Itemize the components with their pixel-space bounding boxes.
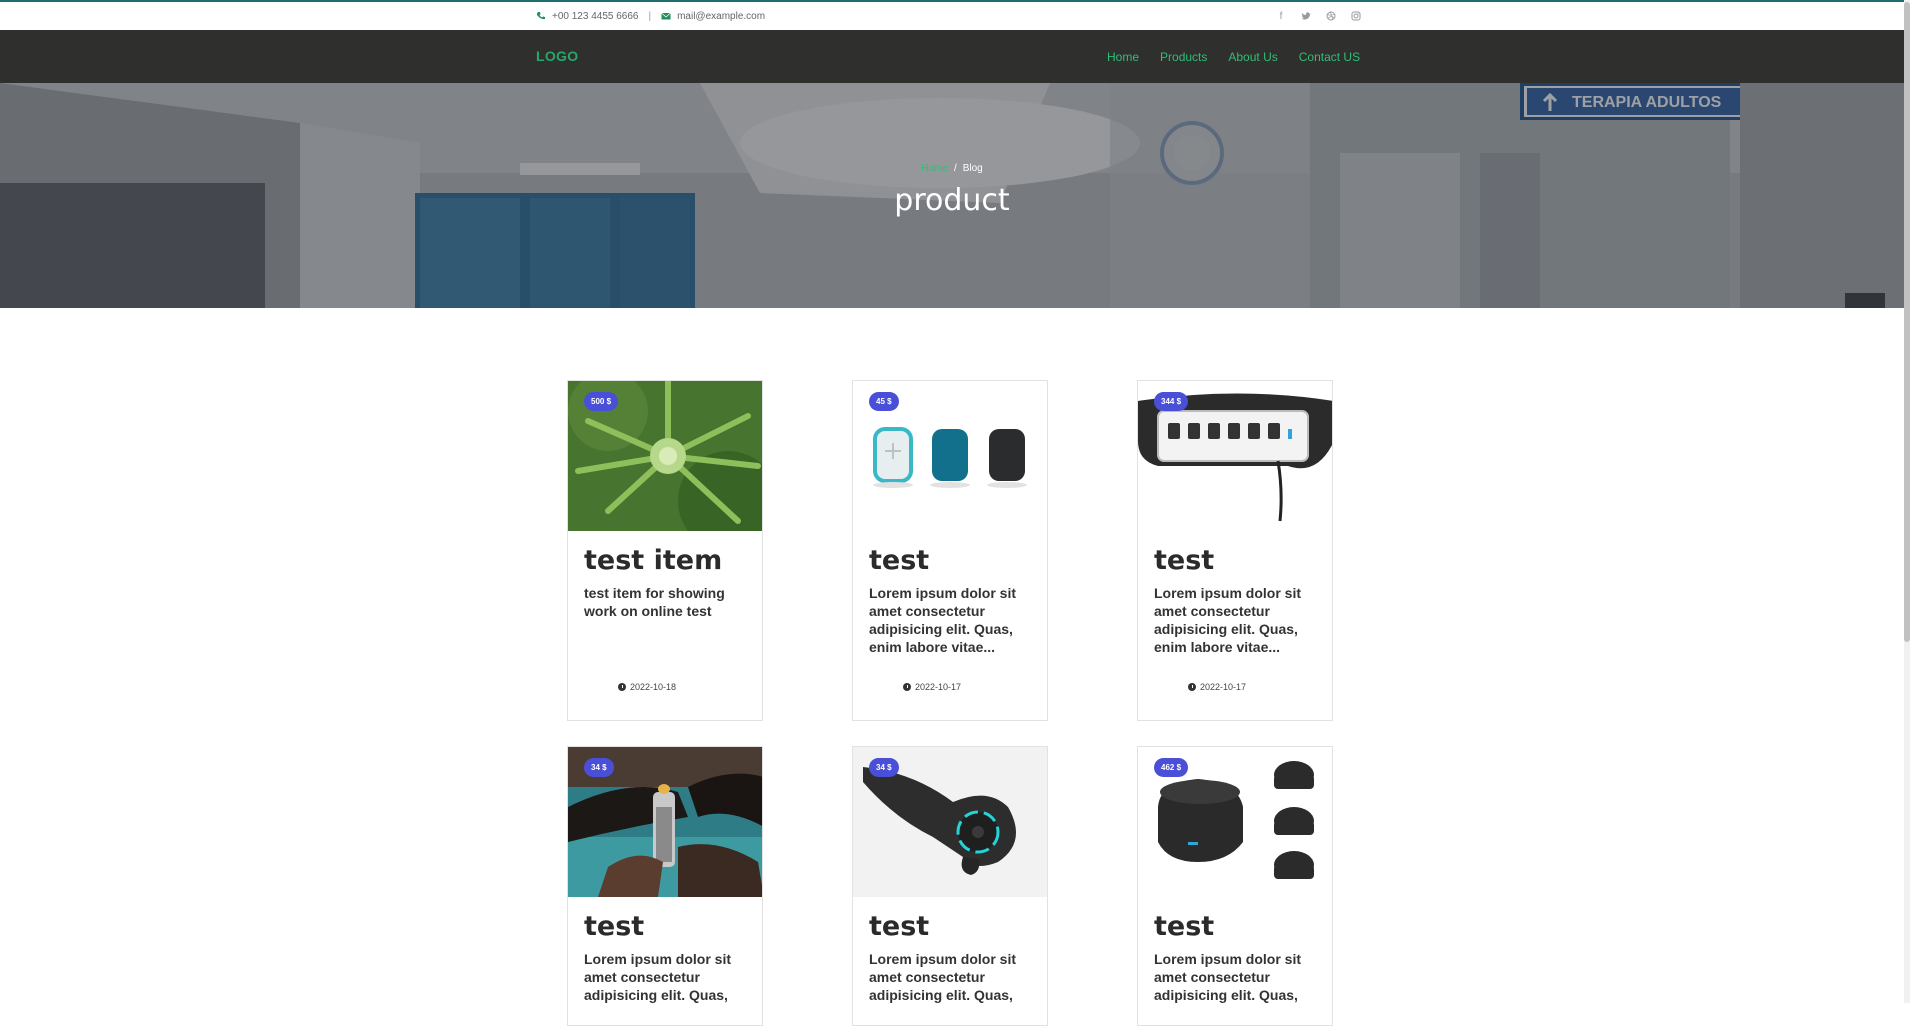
price-badge: 500 $ xyxy=(584,392,619,411)
instagram-icon[interactable] xyxy=(1350,10,1362,22)
breadcrumb-home[interactable]: Home xyxy=(921,163,948,174)
clock-icon xyxy=(618,683,626,691)
nav-contact-us[interactable]: Contact US xyxy=(1299,50,1360,64)
phone-icon xyxy=(537,12,545,20)
product-image[interactable]: 344 $ xyxy=(1138,381,1332,531)
site-logo[interactable]: LOGO xyxy=(536,30,578,83)
product-date: 2022-10-17 xyxy=(903,682,1047,692)
clock-icon xyxy=(903,683,911,691)
product-title[interactable]: test xyxy=(869,545,1047,576)
date-text: 2022-10-17 xyxy=(915,682,962,692)
date-text: 2022-10-18 xyxy=(630,682,677,692)
scrollbar-thumb[interactable] xyxy=(1904,2,1910,642)
product-image[interactable]: 34 $ xyxy=(568,747,762,897)
date-text: 2022-10-17 xyxy=(1200,682,1247,692)
product-image[interactable]: 462 $ xyxy=(1138,747,1332,897)
product-date: 2022-10-17 xyxy=(1188,682,1332,692)
price-badge: 34 $ xyxy=(869,758,899,777)
clock-icon xyxy=(1188,683,1196,691)
facebook-icon[interactable]: f xyxy=(1275,10,1287,22)
product-title[interactable]: test item xyxy=(584,545,762,576)
product-card[interactable]: 344 $ test Lorem ipsum dolor sit amet co… xyxy=(1137,380,1333,721)
product-title[interactable]: test xyxy=(1154,545,1332,576)
product-title[interactable]: test xyxy=(1154,911,1332,942)
nav-home[interactable]: Home xyxy=(1107,50,1139,64)
product-image[interactable]: 45 $ xyxy=(853,381,1047,531)
main-navbar: LOGO Home Products About Us Contact US xyxy=(0,30,1904,83)
phone-number[interactable]: +00 123 4455 6666 xyxy=(552,11,638,22)
nav-products[interactable]: Products xyxy=(1160,50,1207,64)
product-image[interactable]: 500 $ xyxy=(568,381,762,531)
product-image[interactable]: 34 $ xyxy=(853,747,1047,897)
breadcrumb-separator: / xyxy=(953,163,957,174)
product-description: Lorem ipsum dolor sit amet consectetur a… xyxy=(869,585,1017,658)
product-title[interactable]: test xyxy=(869,911,1047,942)
product-description: test item for showing work on online tes… xyxy=(584,585,725,619)
dribbble-icon[interactable] xyxy=(1325,10,1337,22)
nav-menu: Home Products About Us Contact US xyxy=(1107,30,1360,83)
page-scrollbar[interactable] xyxy=(1904,0,1910,1003)
price-badge: 45 $ xyxy=(869,392,899,411)
product-description: Lorem ipsum dolor sit amet consectetur a… xyxy=(1154,951,1302,1003)
price-badge: 462 $ xyxy=(1154,758,1189,777)
product-description: Lorem ipsum dolor sit amet consectetur a… xyxy=(1154,585,1302,658)
breadcrumb-current: Blog xyxy=(962,163,983,174)
product-description: Lorem ipsum dolor sit amet consectetur a… xyxy=(584,951,732,1003)
contact-info: +00 123 4455 6666 | mail@example.com xyxy=(536,2,765,30)
product-title[interactable]: test xyxy=(584,911,762,942)
product-card[interactable]: 34 $ test Lorem ipsum dolor sit amet con… xyxy=(567,746,763,1026)
breadcrumb: Home / Blog xyxy=(0,163,1904,174)
product-card[interactable]: 462 $ test Lorem ipsum dolor sit amet co… xyxy=(1137,746,1333,1026)
page-title: product xyxy=(894,183,1010,218)
divider: | xyxy=(648,10,652,22)
hero-banner: TERAPIA ADULTOS Home / Blog product xyxy=(0,83,1904,308)
product-card[interactable]: 500 $ test item test item for showing wo… xyxy=(567,380,763,721)
twitter-icon[interactable] xyxy=(1300,10,1312,22)
mail-icon xyxy=(661,12,671,20)
price-badge: 34 $ xyxy=(584,758,614,777)
price-badge: 344 $ xyxy=(1154,392,1189,411)
product-date: 2022-10-18 xyxy=(618,682,762,692)
top-contact-bar: +00 123 4455 6666 | mail@example.com f xyxy=(0,2,1904,30)
product-card[interactable]: 34 $ test Lorem ipsum dolor sit amet con… xyxy=(852,746,1048,1026)
social-links: f xyxy=(1275,2,1362,30)
email-address[interactable]: mail@example.com xyxy=(677,11,765,22)
product-card[interactable]: 45 $ test Lorem ipsum dolor sit amet con… xyxy=(852,380,1048,721)
nav-about-us[interactable]: About Us xyxy=(1228,50,1277,64)
product-description: Lorem ipsum dolor sit amet consectetur a… xyxy=(869,951,1017,1003)
